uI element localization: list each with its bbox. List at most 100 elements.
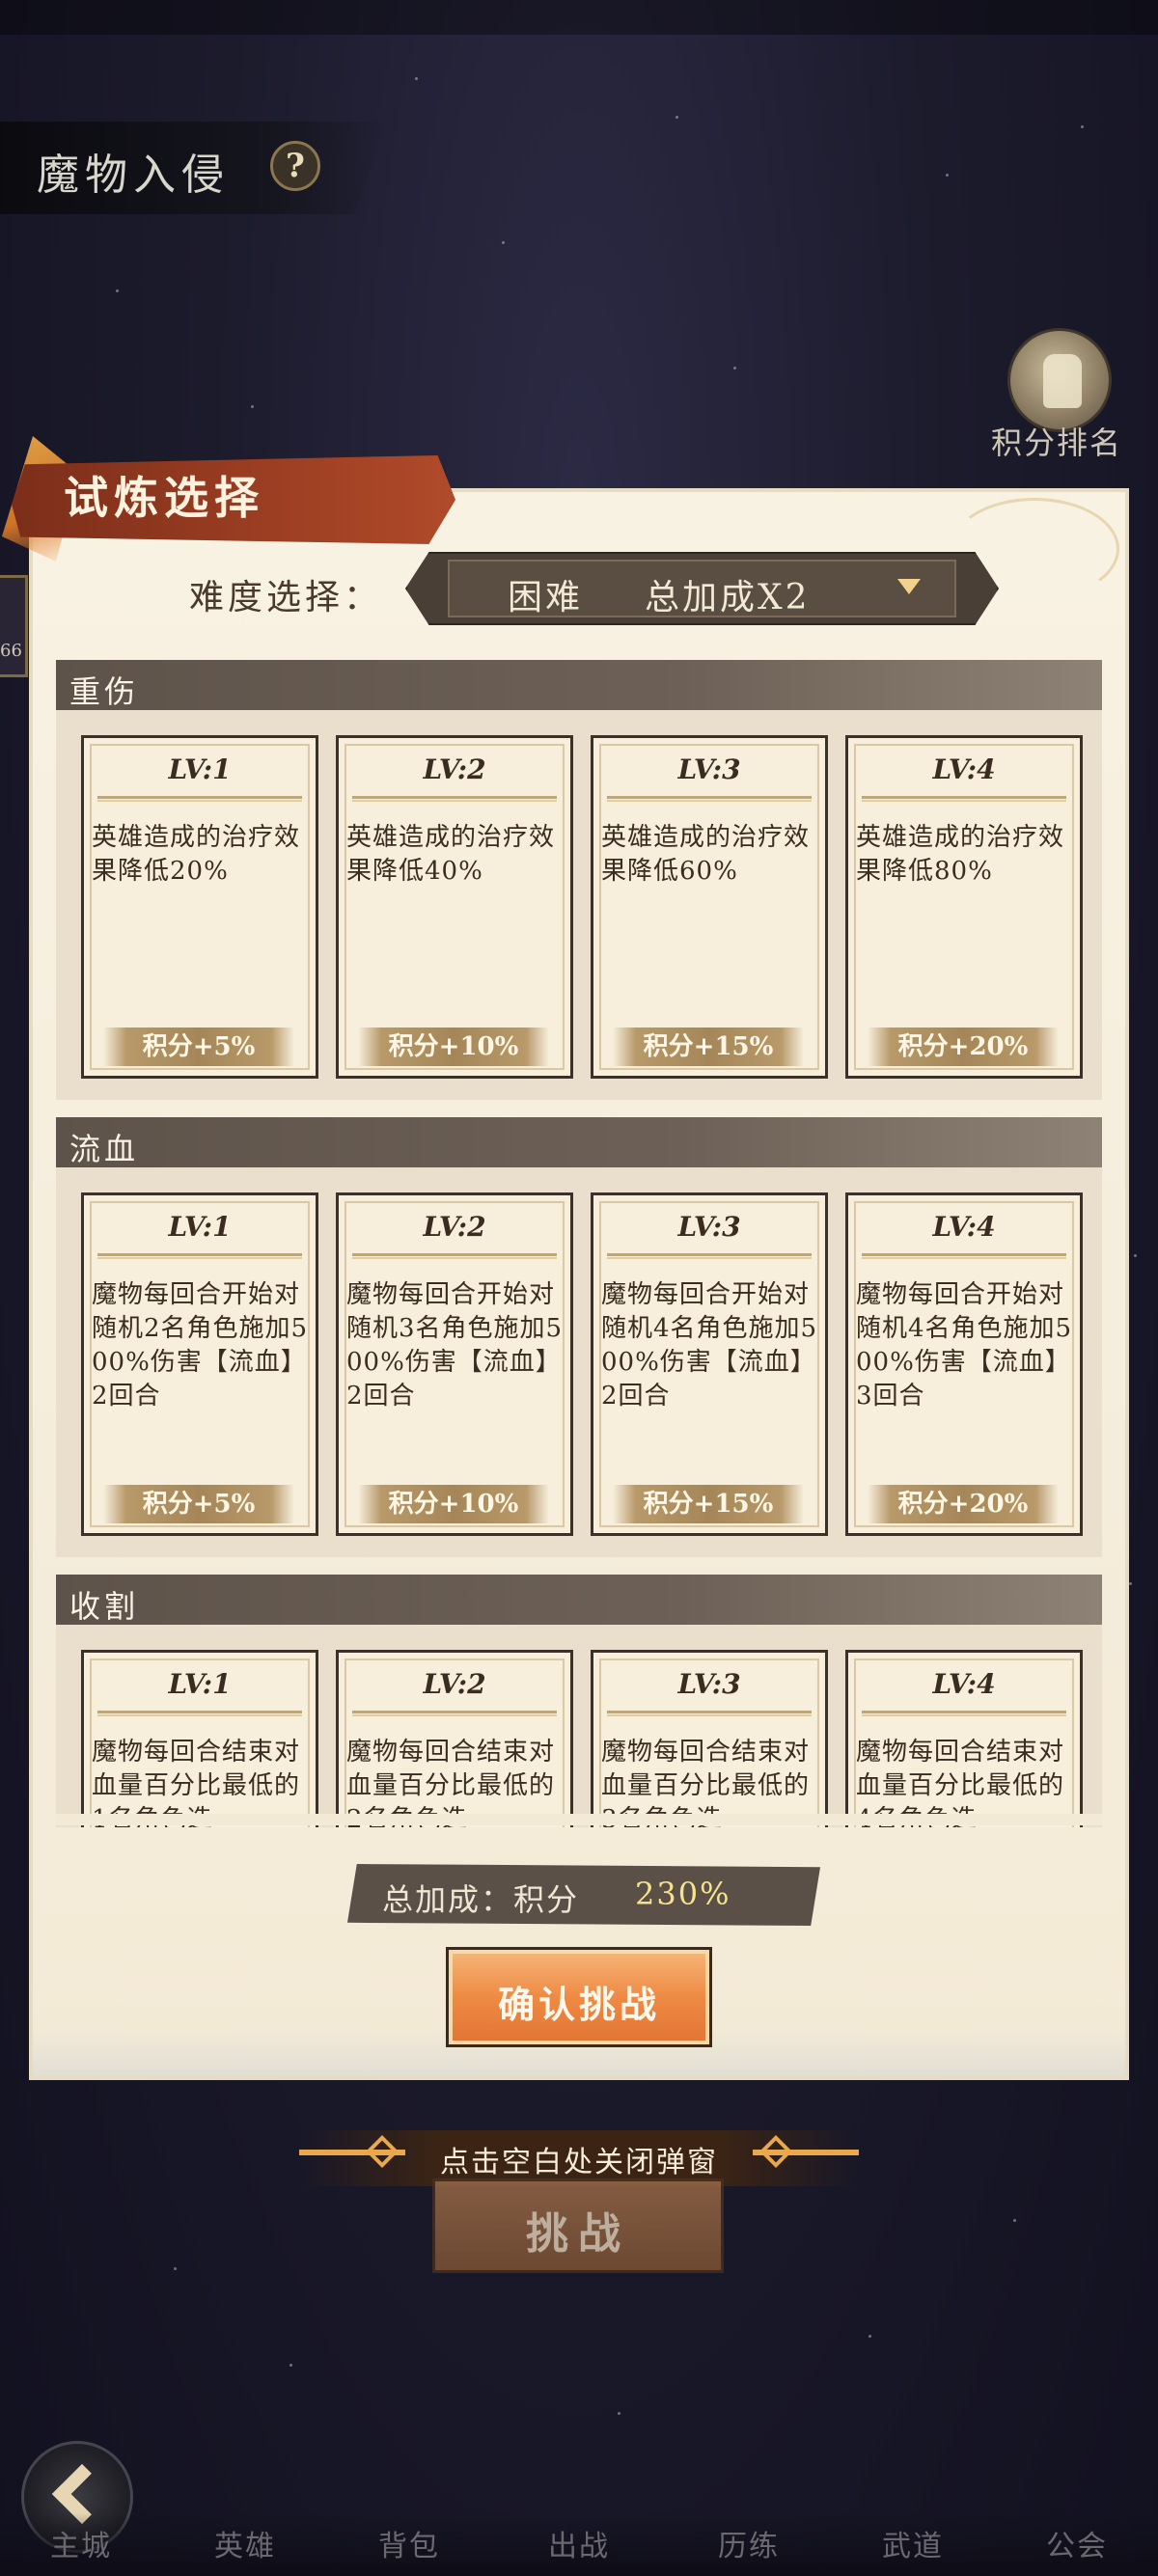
modifier-card[interactable]: LV:2 魔物每回合开始对随机3名角色施加500%伤害【流血】2回合积分+10% [336, 1192, 573, 1536]
bottom-nav-item[interactable]: 英雄 [178, 2522, 313, 2564]
card-score-bonus: 积分+15% [613, 1028, 804, 1066]
card-divider [352, 796, 557, 802]
modifier-section: 流血 LV:1 魔物每回合开始对随机2名角色施加500%伤害【流血】2回合 积分+5%… [56, 1117, 1102, 1557]
card-level: LV:3 [677, 1211, 741, 1243]
star [415, 77, 418, 80]
card-description: 魔物每回合开始对随机4名角色施加500%伤害【流血】2回合 [601, 1280, 818, 1411]
card-divider [352, 1711, 557, 1716]
side-panel-remnant [0, 575, 28, 677]
star [618, 2412, 620, 2415]
rank-button[interactable]: 积分排名 [975, 324, 1139, 469]
confirm-challenge-button[interactable]: 确认挑战 [446, 1947, 712, 2047]
modifier-card[interactable]: LV:3 魔物每回合开始对随机4名角色施加500%伤害【流血】2回合 积分+15% [591, 1192, 828, 1536]
difficulty-label: 难度选择： [189, 578, 383, 617]
chevron-down-icon [897, 579, 921, 594]
card-level: LV:2 [423, 754, 486, 785]
challenge-label: 挑战 [526, 2209, 630, 2259]
modifier-card[interactable]: LV:1魔物每回合结束对血量百分比最低的1名角色造 [81, 1650, 318, 1827]
card-score-bonus: 积分+5% [103, 1028, 294, 1066]
card-level: LV:3 [677, 754, 741, 785]
bottom-nav-item[interactable]: 公会 [1009, 2522, 1144, 2564]
card-frame [345, 744, 565, 1070]
card-divider [97, 1253, 302, 1259]
section-header: 重伤 [56, 660, 1102, 710]
star [946, 174, 949, 177]
difficulty-dropdown[interactable]: 困难 总加成X2 [405, 552, 999, 625]
star [290, 2364, 292, 2367]
card-divider [97, 1711, 302, 1716]
modifier-card[interactable]: LV:4魔物每回合结束对血量百分比最低的4名角色造 [845, 1650, 1083, 1827]
card-description: 魔物每回合开始对随机3名角色施加500%伤害【流血】2回合 [346, 1280, 564, 1411]
modifier-section: 重伤 LV:1 英雄造成的治疗效果降低20% 积分+5% LV:2 英雄造成的治疗效果降低… [56, 660, 1102, 1100]
difficulty-bonus: 总加成X2 [645, 578, 811, 617]
bottom-nav-item[interactable]: 背包 [342, 2522, 477, 2564]
card-divider [862, 1711, 1066, 1716]
section-name: 收割 [69, 1588, 140, 1625]
star [1081, 125, 1084, 128]
card-divider [607, 796, 812, 802]
card-score-bonus: 积分+10% [358, 1485, 549, 1523]
bottom-nav-item[interactable]: 出战 [511, 2522, 647, 2564]
side-panel-text: 66 [0, 641, 22, 661]
star [1129, 1582, 1132, 1585]
star [116, 289, 119, 292]
star [868, 2335, 871, 2338]
section-name: 重伤 [69, 673, 140, 710]
modifier-card[interactable]: LV:3魔物每回合结束对血量百分比最低的3名角色造 [591, 1650, 828, 1827]
card-score-bonus: 积分+20% [868, 1485, 1059, 1523]
section-name: 流血 [69, 1131, 140, 1167]
card-divider [352, 1253, 557, 1259]
star [502, 241, 505, 244]
modifier-card[interactable]: LV:4 魔物每回合开始对随机4名角色施加500%伤害【流血】3回合积分+20% [845, 1192, 1083, 1536]
star [174, 2267, 177, 2270]
card-divider [862, 796, 1066, 802]
card-level: LV:2 [423, 1211, 486, 1243]
modifier-card[interactable]: LV:4 英雄造成的治疗效果降低80% 积分+20% [845, 735, 1083, 1079]
total-bonus-value: 230% [635, 1876, 731, 1912]
bottom-nav-item[interactable]: 武道 [845, 2522, 980, 2564]
card-level: LV:1 [168, 754, 232, 785]
modal-title: 试炼选择 [64, 472, 264, 524]
list-fade [56, 1814, 1102, 1825]
card-level: LV:4 [932, 1668, 996, 1700]
modifier-card[interactable]: LV:1 魔物每回合开始对随机2名角色施加500%伤害【流血】2回合 积分+5% [81, 1192, 318, 1536]
modifier-card[interactable]: LV:2 英雄造成的治疗效果降低40% 积分+10% [336, 735, 573, 1079]
card-score-bonus: 积分+20% [868, 1028, 1059, 1066]
card-level: LV:4 [932, 1211, 996, 1243]
card-level: LV:4 [932, 754, 996, 785]
card-level: LV:1 [168, 1668, 232, 1700]
modifier-card[interactable]: LV:1 英雄造成的治疗效果降低20% 积分+5% [81, 735, 318, 1079]
card-score-bonus: 积分+10% [358, 1028, 549, 1066]
card-divider [607, 1711, 812, 1716]
modifier-card[interactable]: LV:3 英雄造成的治疗效果降低60% 积分+15% [591, 735, 828, 1079]
rank-label: 积分排名 [990, 425, 1122, 461]
card-description: 英雄造成的治疗效果降低80% [856, 823, 1065, 886]
confirm-challenge-label: 确认挑战 [497, 1983, 660, 2026]
modifier-list[interactable]: 重伤 LV:1 英雄造成的治疗效果降低20% 积分+5% LV:2 英雄造成的治疗效果降低… [56, 660, 1102, 1827]
question-icon: ? [286, 147, 305, 185]
trophy-figure-icon [1007, 328, 1112, 432]
card-level: LV:1 [168, 1211, 232, 1243]
card-level: LV:3 [677, 1668, 741, 1700]
star [676, 116, 678, 119]
card-score-bonus: 积分+5% [103, 1485, 294, 1523]
bottom-nav-item[interactable]: 历练 [681, 2522, 816, 2564]
star [733, 367, 736, 370]
bottom-nav-item[interactable]: 主城 [14, 2522, 149, 2564]
page-title: 魔物入侵 [37, 151, 230, 200]
card-frame [90, 744, 310, 1070]
card-frame [854, 744, 1074, 1070]
star [1013, 2219, 1016, 2222]
total-bonus-label: 总加成：积分 [382, 1881, 580, 1918]
help-button[interactable]: ? [270, 141, 320, 191]
star [251, 405, 254, 408]
challenge-button[interactable]: 挑战 [432, 2179, 724, 2273]
section-header: 流血 [56, 1117, 1102, 1167]
modifier-card[interactable]: LV:2魔物每回合结束对血量百分比最低的2名角色造 [336, 1650, 573, 1827]
card-description: 英雄造成的治疗效果降低40% [346, 823, 556, 886]
status-bar [0, 0, 1158, 35]
card-divider [862, 1253, 1066, 1259]
difficulty-value: 困难 [508, 578, 584, 617]
card-description: 魔物每回合开始对随机4名角色施加500%伤害【流血】3回合 [856, 1280, 1073, 1411]
card-divider [97, 796, 302, 802]
